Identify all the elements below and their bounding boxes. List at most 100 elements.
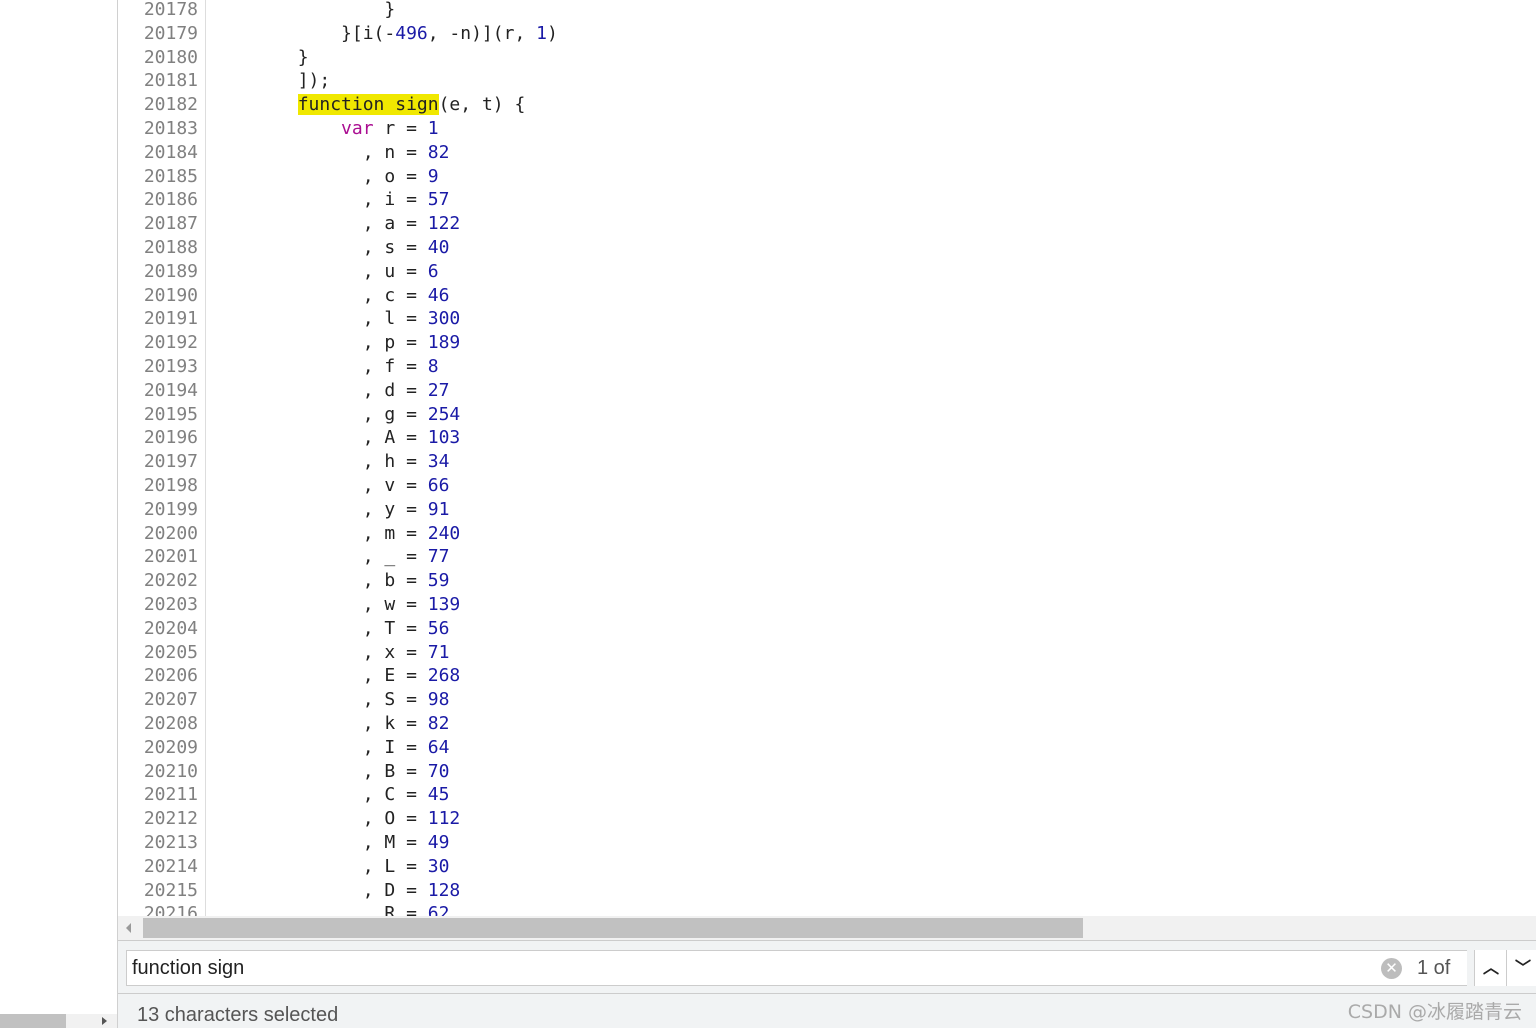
line-number: 20186: [143, 189, 198, 211]
code-token: , p =: [211, 332, 428, 354]
line-number: 20195: [143, 403, 198, 425]
line-number: 20198: [143, 475, 198, 496]
horizontal-scrollbar-thumb[interactable]: [143, 918, 1083, 938]
navigator-scrollbar-thumb[interactable]: [0, 1014, 66, 1028]
line-number: 20180: [143, 46, 198, 68]
navigator-scrollbar[interactable]: [0, 1014, 117, 1028]
circle-x-icon[interactable]: ✕: [1381, 958, 1402, 979]
code-token: , D =: [211, 879, 428, 901]
code-text: , E = 268: [211, 664, 461, 688]
code-text: , L = 30: [211, 855, 450, 879]
code-token: , B =: [211, 760, 428, 782]
code-token: , A =: [211, 427, 428, 449]
code-text: , y = 91: [211, 498, 450, 522]
code-text: , x = 71: [211, 641, 450, 665]
code-text: , k = 82: [211, 712, 450, 736]
scroll-right-arrow-icon[interactable]: [102, 1017, 107, 1025]
code-text: , g = 254: [211, 403, 461, 427]
code-text: , i = 57: [211, 188, 450, 212]
code-token: ): [546, 22, 558, 44]
number-literal: 57: [427, 189, 450, 211]
line-number: 20189: [143, 260, 198, 282]
code-token: , g =: [211, 403, 428, 425]
selection-status: 13 characters selected: [137, 1004, 339, 1026]
previous-match-button[interactable]: ︿: [1474, 950, 1507, 986]
next-match-button[interactable]: ﹀: [1506, 950, 1536, 986]
number-literal: 254: [427, 403, 461, 425]
number-literal: 71: [427, 641, 450, 663]
line-number: 20183: [143, 118, 198, 139]
search-input[interactable]: [132, 951, 1372, 985]
navigator-panel: [0, 0, 118, 1028]
line-number: 20190: [143, 284, 198, 306]
line-number: 20204: [143, 617, 198, 639]
code-token: ]);: [211, 70, 331, 92]
line-number: 20197: [143, 451, 198, 473]
scroll-left-arrow-icon[interactable]: [126, 923, 131, 933]
code-token: , M =: [211, 832, 428, 853]
code-token: , c =: [211, 284, 428, 306]
code-text: , o = 9: [211, 165, 439, 189]
line-number: 20184: [143, 141, 198, 163]
number-literal: 268: [427, 665, 461, 687]
number-literal: 496: [395, 22, 428, 44]
code-text: , D = 128: [211, 879, 461, 903]
number-literal: 30: [427, 855, 450, 877]
code-text: , a = 122: [211, 212, 461, 236]
number-literal: 40: [427, 237, 450, 258]
number-literal: 103: [427, 427, 461, 449]
number-literal: 8: [427, 356, 439, 377]
line-number: 20216: [143, 903, 198, 916]
number-literal: 300: [427, 308, 461, 330]
code-text: ]);: [211, 69, 331, 93]
code-text: , _ = 77: [211, 545, 450, 569]
code-text: , B = 70: [211, 760, 450, 784]
number-literal: 59: [427, 570, 450, 592]
code-text: , p = 189: [211, 331, 461, 355]
code-text: , h = 34: [211, 450, 450, 474]
code-token: , y =: [211, 498, 428, 520]
number-literal: 240: [427, 522, 461, 544]
code-text: , c = 46: [211, 284, 450, 308]
chevron-down-icon: ﹀: [1514, 958, 1531, 977]
code-token: , w =: [211, 594, 428, 615]
code-token: , n =: [211, 141, 428, 163]
keyword: var: [341, 118, 374, 139]
code-token: , I =: [211, 736, 428, 758]
search-match-highlight: function sign: [297, 94, 439, 116]
code-token: , a =: [211, 213, 428, 235]
number-literal: 82: [427, 713, 450, 734]
line-number: 20185: [143, 165, 198, 187]
code-token: , l =: [211, 308, 428, 330]
code-token: , o =: [211, 165, 428, 187]
code-editor[interactable]: 20178 } 20179 }[i(-496, -n)](r, 1) 20180 }…: [118, 0, 1536, 916]
code-token: , b =: [211, 570, 428, 592]
line-number: 20206: [143, 665, 198, 687]
code-token: , O =: [211, 808, 428, 830]
code-token: , x =: [211, 641, 428, 663]
code-token: , k =: [211, 713, 428, 734]
code-text: , R = 62: [211, 902, 450, 916]
code-token: , -n)](r,: [427, 22, 537, 44]
code-text: , w = 139: [211, 593, 461, 617]
number-literal: 9: [427, 165, 439, 187]
horizontal-scrollbar[interactable]: [118, 916, 1536, 941]
line-number: 20207: [143, 689, 198, 711]
line-number: 20179: [143, 22, 198, 44]
code-token: , i =: [211, 189, 428, 211]
line-number: 20187: [143, 213, 198, 235]
search-field[interactable]: ✕ 1 of 2: [126, 950, 1467, 1013]
code-token: , v =: [211, 475, 428, 496]
line-number: 20196: [143, 427, 198, 449]
number-literal: 46: [427, 284, 450, 306]
code-token: }: [211, 0, 396, 20]
line-number: 20214: [143, 855, 198, 877]
line-number: 20203: [143, 594, 198, 615]
number-literal: 98: [427, 689, 450, 711]
line-number: 20215: [143, 879, 198, 901]
number-literal: 1: [427, 118, 439, 139]
code-token: (e, t) {: [438, 94, 526, 116]
line-number: 20188: [143, 237, 198, 258]
